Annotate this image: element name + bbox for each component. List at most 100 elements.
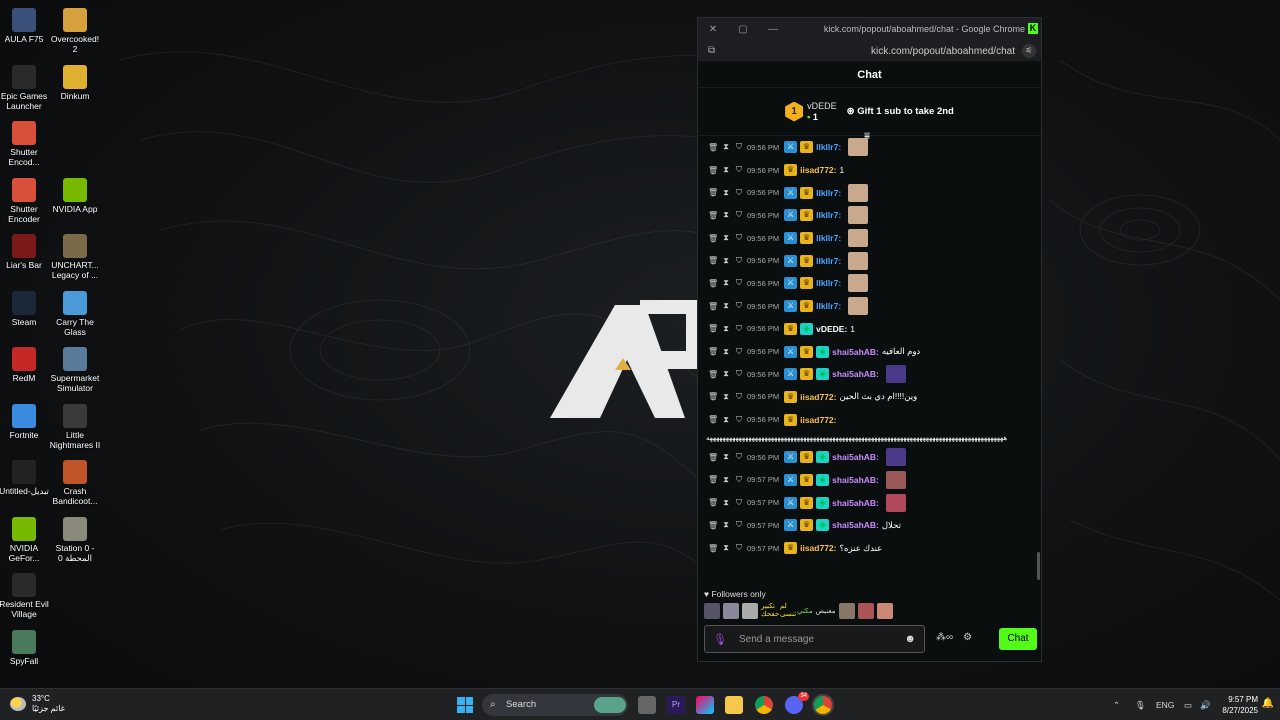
delete-icon[interactable]: 🗑 [708,166,718,175]
delete-icon[interactable]: 🗑 [708,370,718,379]
settings-gear-icon[interactable]: ⚙ [963,632,972,643]
quick-emote-text[interactable]: تكبير حفحك [761,603,779,619]
chat-message[interactable]: 🗑 ⧗ ⛉ 09:56 PM ⚔ ♛ lIkllr7: [708,204,1041,227]
timeout-icon[interactable]: ⧗ [721,233,731,243]
chat-scrollbar[interactable] [1037,552,1040,580]
message-username[interactable]: shai5ahAB: [832,347,879,357]
message-username[interactable]: iisad772: [800,415,836,425]
message-username[interactable]: lIkllr7: [816,210,841,220]
chat-message[interactable]: 🗑 ⧗ ⛉ 09:56 PM ♛ ◈ vDEDE: 1 [708,318,1041,341]
chat-message[interactable]: 🗑 ⧗ ⛉ 09:56 PM ⚔ ♛ lIkllr7: [708,249,1041,272]
gift-leaderboard[interactable]: 1 vDEDE ▪ 1 ⊛ Gift 1 sub to take 2nd [698,88,1041,136]
ban-icon[interactable]: ⛉ [734,233,744,243]
delete-icon[interactable]: 🗑 [708,211,718,220]
ban-icon[interactable]: ⛉ [734,520,744,530]
ban-icon[interactable]: ⛉ [734,142,744,152]
message-username[interactable]: iisad772: [800,543,836,553]
chat-message[interactable]: 🗑 ⧗ ⛉ 09:57 PM ♛ iisad772: عندك عنزه؟ [708,537,1041,560]
message-username[interactable]: lIkllr7: [816,142,841,152]
chat-message[interactable]: 🗑 ⧗ ⛉ 09:56 PM ⚔ ♛ lIkllr7: [708,272,1041,295]
message-input[interactable]: 🎙 Send a message ☻ [704,625,925,653]
timeout-icon[interactable]: ⧗ [721,324,731,334]
timeout-icon[interactable]: ⧗ [721,256,731,266]
delete-icon[interactable]: 🗑 [708,324,718,333]
desktop-icon[interactable]: Supermarket Simulator [48,347,102,393]
desktop-icon[interactable]: NVIDIA App [48,177,102,214]
emote-icon[interactable] [857,603,874,619]
quick-emote-text[interactable]: معنيص [816,607,836,615]
chat-message[interactable]: 🗑 ⧗ ⛉ 09:56 PM ⚔ ♛ lIkllr7: [708,295,1041,318]
chat-message[interactable]: 🗑 ⧗ ⛉ 09:56 PM ⚔ ♛ lIkllr7: [708,136,1041,159]
delete-icon[interactable]: 🗑 [708,279,718,288]
taskbar-search[interactable]: ⌕ Search [482,694,628,716]
desktop-icon[interactable]: Carry The Glass [48,290,102,337]
weather-widget[interactable]: 33°C غائم جزئيًا [10,694,65,714]
delete-icon[interactable]: 🗑 [708,453,718,462]
emoji-picker-icon[interactable]: ☻ [904,633,916,645]
timeout-icon[interactable]: ⧗ [721,475,731,485]
desktop-icon[interactable]: Fortnite [0,403,51,440]
timeout-icon[interactable]: ⧗ [721,165,731,175]
site-info-icon[interactable]: ⧉ [708,45,715,56]
delete-icon[interactable]: 🗑 [708,188,718,197]
chrome-icon[interactable] [755,696,773,714]
timeout-icon[interactable]: ⧗ [721,210,731,220]
chat-message[interactable]: 🗑 ⧗ ⛉ 09:57 PM ⚔ ♛ ◈ shai5ahAB: [708,491,1041,514]
ban-icon[interactable]: ⛉ [734,347,744,357]
delete-icon[interactable]: 🗑 [708,521,718,530]
desktop-icon[interactable]: AULA F75 [0,8,51,44]
ban-icon[interactable]: ⛉ [734,210,744,220]
ban-icon[interactable]: ⛉ [734,324,744,334]
message-username[interactable]: lIkllr7: [816,278,841,288]
message-username[interactable]: shai5ahAB: [832,520,879,530]
emote-icon[interactable] [723,603,739,619]
network-icon[interactable]: ▭ [1184,689,1192,720]
mic-tray-icon[interactable]: 🎙 [1135,689,1146,720]
timeout-icon[interactable]: ⧗ [721,415,731,425]
delete-icon[interactable]: 🗑 [708,302,718,311]
desktop-icon[interactable]: Overcooked! 2 [48,8,102,54]
timeout-icon[interactable]: ⧗ [721,369,731,379]
tune-icon[interactable]: ⚟ [1022,44,1036,58]
timeout-icon[interactable]: ⧗ [721,278,731,288]
timeout-icon[interactable]: ⧗ [721,392,731,402]
message-username[interactable]: shai5ahAB: [832,452,879,462]
message-username[interactable]: lIkllr7: [816,233,841,243]
desktop-icon[interactable]: Epic Games Launcher [0,64,51,111]
ban-icon[interactable]: ⛉ [734,415,744,425]
ban-icon[interactable]: ⛉ [734,543,744,553]
ban-icon[interactable]: ⛉ [734,256,744,266]
message-username[interactable]: shai5ahAB: [832,475,879,485]
ban-icon[interactable]: ⛉ [734,165,744,175]
language-indicator[interactable]: ENG [1156,689,1174,720]
desktop-icon[interactable]: Crash Bandicoot... [48,460,102,506]
message-username[interactable]: shai5ahAB: [832,498,879,508]
timeout-icon[interactable]: ⧗ [721,543,731,553]
message-username[interactable]: lIkllr7: [816,301,841,311]
desktop-icon[interactable]: Little Nightmares II [48,403,102,450]
chat-message[interactable]: 🗑 ⧗ ⛉ 09:56 PM ♛ iisad772: [708,408,1041,431]
emote-icon[interactable] [704,603,720,619]
message-username[interactable]: vDEDE: [816,324,847,334]
chrome-popup-taskbar-icon[interactable] [814,696,832,714]
delete-icon[interactable]: 🗑 [708,475,718,484]
desktop-icon[interactable]: Shutter Encoder [0,177,51,224]
chat-message[interactable]: 🗑 ⧗ ⛉ 09:56 PM ⚔ ♛ lIkllr7: [708,181,1041,204]
volume-icon[interactable]: 🔊 [1200,689,1211,720]
chat-message[interactable]: 🗑 ⧗ ⛉ 09:56 PM ♛ iisad772: وين!!!!ام دي بث الح… [708,386,1041,409]
task-view-icon[interactable] [638,696,656,714]
delete-icon[interactable]: 🗑 [708,498,718,507]
emote-icon[interactable] [838,603,855,619]
delete-icon[interactable]: 🗑 [708,544,718,553]
emote-icon[interactable] [876,603,893,619]
delete-icon[interactable]: 🗑 [708,256,718,265]
kick-points-icon[interactable]: ⁂∞ [936,632,953,643]
gift-sub-button[interactable]: ⊛ Gift 1 sub to take 2nd [847,106,954,117]
delete-icon[interactable]: 🗑 [708,347,718,356]
ban-icon[interactable]: ⛉ [734,475,744,485]
delete-icon[interactable]: 🗑 [708,392,718,401]
timeout-icon[interactable]: ⧗ [721,498,731,508]
desktop-icon[interactable]: Liar's Bar [0,234,51,270]
message-username[interactable]: lIkllr7: [816,188,841,198]
ban-icon[interactable]: ⛉ [734,278,744,288]
